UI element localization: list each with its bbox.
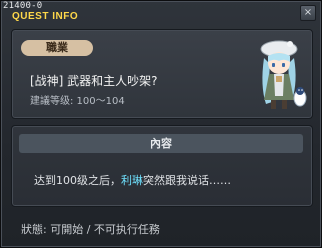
- content-text-before: 达到100级之后，: [34, 174, 121, 187]
- close-button[interactable]: ×: [300, 5, 316, 21]
- content-text-after: 突然跟我说话……: [143, 174, 231, 187]
- content-text: 达到100级之后，利琳突然跟我说话……: [34, 172, 231, 188]
- quest-id: 21400-0: [3, 1, 43, 11]
- quest-summary-panel: 職業 [战神] 武器和主人吵架? 建議等级: 100～104: [11, 29, 313, 119]
- quest-name: [战神] 武器和主人吵架?: [30, 74, 158, 88]
- quest-level: 建議等级: 100～104: [30, 96, 125, 107]
- quest-info-window: 21400-0 QUEST INFO × 職業 [战神] 武器和主人吵架? 建議…: [0, 0, 322, 248]
- quest-content-panel: 內容 达到100级之后，利琳突然跟我说话……: [11, 125, 313, 207]
- npc-name-link[interactable]: 利琳: [121, 174, 143, 187]
- npc-portrait-icon: [260, 40, 307, 109]
- window-title: QUEST INFO: [12, 11, 79, 22]
- category-badge: 職業: [21, 40, 93, 56]
- content-header: 內容: [19, 134, 303, 153]
- quest-status: 狀態: 可開始 / 不可执行任務: [21, 223, 160, 236]
